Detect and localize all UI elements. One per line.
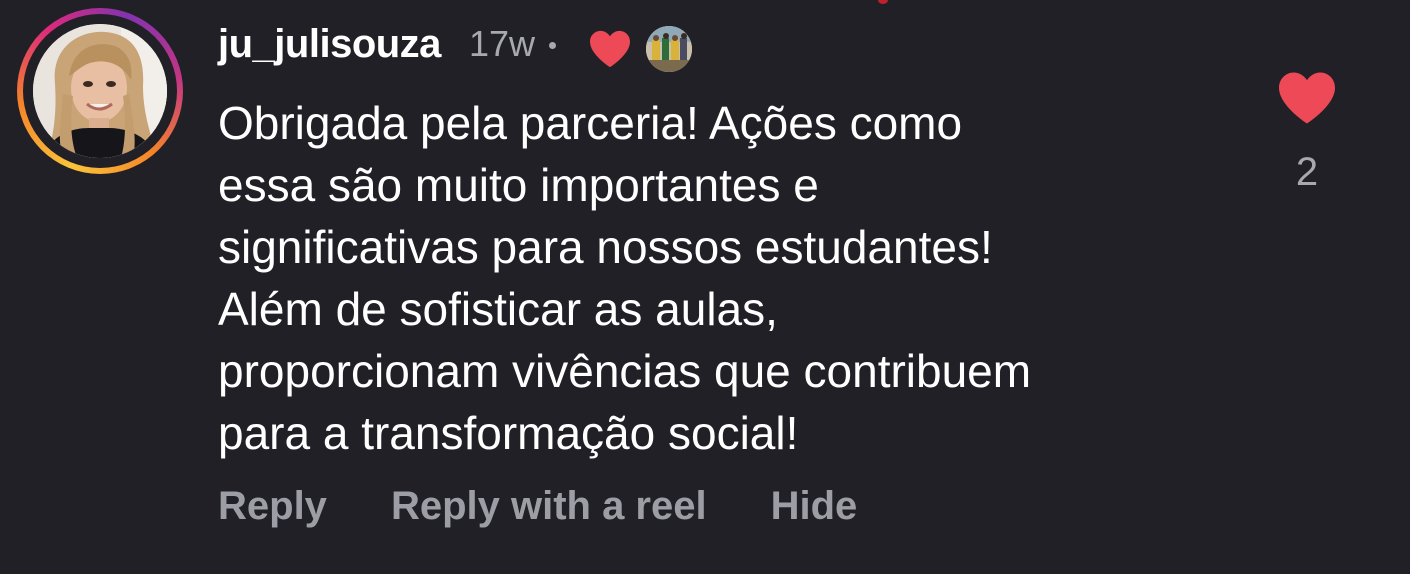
comment-text: Obrigada pela parceria! Ações como essa … bbox=[218, 97, 1032, 459]
creator-liked-heart-icon bbox=[589, 30, 630, 68]
hide-button[interactable]: Hide bbox=[771, 484, 858, 529]
reply-button[interactable]: Reply bbox=[218, 484, 327, 529]
reply-with-reel-button[interactable]: Reply with a reel bbox=[391, 484, 707, 529]
comment-actions: Reply Reply with a reel Hide bbox=[218, 484, 857, 529]
partial-indicator bbox=[878, 0, 888, 4]
like-heart-icon[interactable] bbox=[1276, 70, 1338, 126]
username[interactable]: ju_julisouza bbox=[218, 22, 441, 67]
like-count[interactable]: 2 bbox=[1296, 150, 1318, 195]
avatar bbox=[33, 24, 167, 158]
comment-header: ju_julisouza 17w bbox=[218, 14, 692, 74]
like-column: 2 bbox=[1272, 70, 1342, 195]
separator-dot bbox=[548, 41, 556, 49]
avatar-image bbox=[33, 24, 167, 158]
creator-avatar bbox=[645, 26, 692, 72]
avatar-story-ring[interactable] bbox=[17, 8, 183, 174]
timestamp: 17w bbox=[468, 23, 535, 64]
comment-item: ju_julisouza 17w Obrigada pela parceria!… bbox=[0, 0, 1410, 574]
